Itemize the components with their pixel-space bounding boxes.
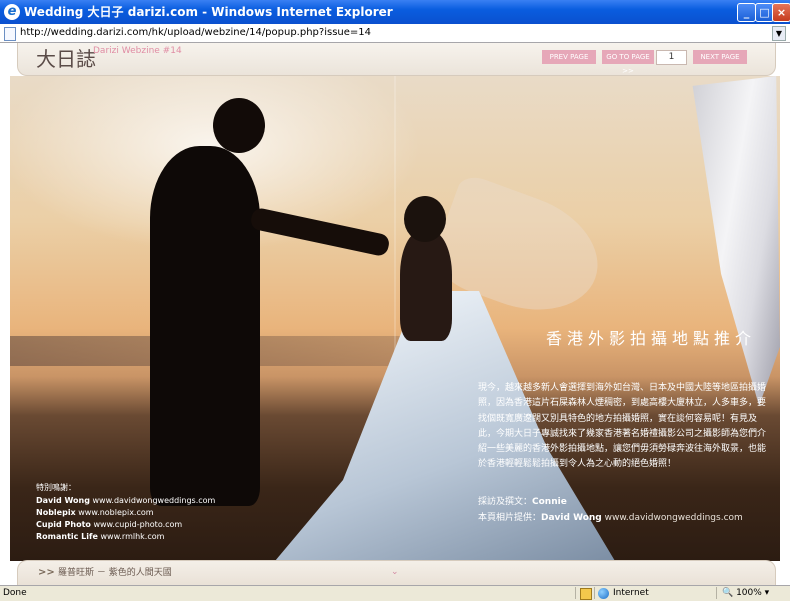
webzine-header: 大日誌 Darizi Webzine #14 PREV PAGE GO TO P…: [17, 43, 776, 76]
address-bar[interactable]: http://wedding.darizi.com/hk/upload/webz…: [0, 24, 790, 43]
webzine-subtitle: Darizi Webzine #14: [93, 46, 182, 56]
next-page-button[interactable]: NEXT PAGE: [693, 50, 747, 64]
minimize-button[interactable]: _: [737, 3, 756, 22]
thanks-site: www.noblepix.com: [78, 508, 154, 517]
photographer-name: David Wong: [541, 513, 602, 523]
thanks-title: 特別鳴謝：: [36, 483, 76, 492]
status-divider: [594, 587, 595, 599]
article-headline: 香港外影拍攝地點推介: [545, 329, 756, 348]
photo-credit: 本頁相片提供：David Wong www.davidwongweddings.…: [478, 512, 743, 524]
thanks-site: www.davidwongweddings.com: [92, 496, 216, 505]
next-article-link[interactable]: 羅普旺斯 － 紫色的人間天國: [58, 567, 172, 580]
double-chevron-icon: >>: [38, 567, 55, 578]
prev-page-button[interactable]: PREV PAGE: [542, 50, 596, 64]
title-bar: e Wedding 大日子 darizi.com - Windows Inter…: [0, 0, 790, 24]
page-number-input[interactable]: 1: [656, 50, 687, 65]
ie-icon: e: [4, 4, 20, 20]
groom-silhouette: [150, 146, 260, 506]
thanks-row: David Wong www.davidwongweddings.com: [36, 495, 215, 507]
thanks-site: www.rmlhk.com: [100, 532, 165, 541]
window-title: Wedding 大日子 darizi.com - Windows Interne…: [24, 5, 393, 19]
groom-head: [213, 98, 265, 153]
thanks-row: Cupid Photo www.cupid-photo.com: [36, 519, 182, 531]
zoom-control[interactable]: 🔍 100% ▾: [722, 586, 769, 600]
thanks-name: Noblepix: [36, 508, 76, 517]
page-icon: [4, 27, 16, 41]
thanks-row: Noblepix www.noblepix.com: [36, 507, 154, 519]
security-icon: [580, 588, 592, 600]
chevron-down-icon[interactable]: ⌄: [391, 565, 399, 579]
thanks-row: Romantic Life www.rmlhk.com: [36, 531, 164, 543]
logo: 大日誌: [36, 47, 96, 71]
page-curl[interactable]: [692, 76, 780, 406]
writer-credit-label: 採訪及撰文：: [478, 497, 533, 507]
writer-credit: 採訪及撰文：Connie: [478, 496, 567, 508]
status-text: Done: [3, 588, 27, 598]
status-divider: [575, 587, 576, 599]
thanks-name: Romantic Life: [36, 532, 98, 541]
status-divider: [716, 587, 717, 599]
photo-credit-label: 本頁相片提供：: [478, 513, 542, 523]
status-bar: Done Internet 🔍 100% ▾: [0, 585, 790, 601]
joined-hands: [249, 206, 391, 258]
bottom-nav-bar[interactable]: >> 羅普旺斯 － 紫色的人間天國 ⌄: [17, 560, 776, 585]
close-button[interactable]: ×: [772, 3, 790, 22]
bride-head: [404, 196, 446, 242]
url-field[interactable]: http://wedding.darizi.com/hk/upload/webz…: [20, 26, 371, 40]
thanks-name: Cupid Photo: [36, 520, 91, 529]
bride-silhouette: [400, 231, 452, 341]
go-to-page-button[interactable]: GO TO PAGE >>: [602, 50, 654, 75]
thanks-site: www.cupid-photo.com: [93, 520, 183, 529]
writer-name: Connie: [532, 497, 567, 507]
webpage-content: 大日誌 Darizi Webzine #14 PREV PAGE GO TO P…: [0, 43, 790, 585]
wedding-photo: 香港外影拍攝地點推介 現今，越來越多新人會選擇到海外如台灣、日本及中國大陸等地區…: [10, 76, 780, 561]
thanks-name: David Wong: [36, 496, 90, 505]
globe-icon: [598, 588, 609, 599]
zoom-level: 100%: [736, 588, 762, 598]
security-zone[interactable]: Internet: [613, 586, 649, 600]
address-dropdown-button[interactable]: ▼: [772, 26, 786, 41]
article-body: 現今，越來越多新人會選擇到海外如台灣、日本及中國大陸等地區拍攝婚照，因為香港這片…: [478, 383, 767, 470]
photographer-site: www.davidwongweddings.com: [604, 513, 743, 523]
